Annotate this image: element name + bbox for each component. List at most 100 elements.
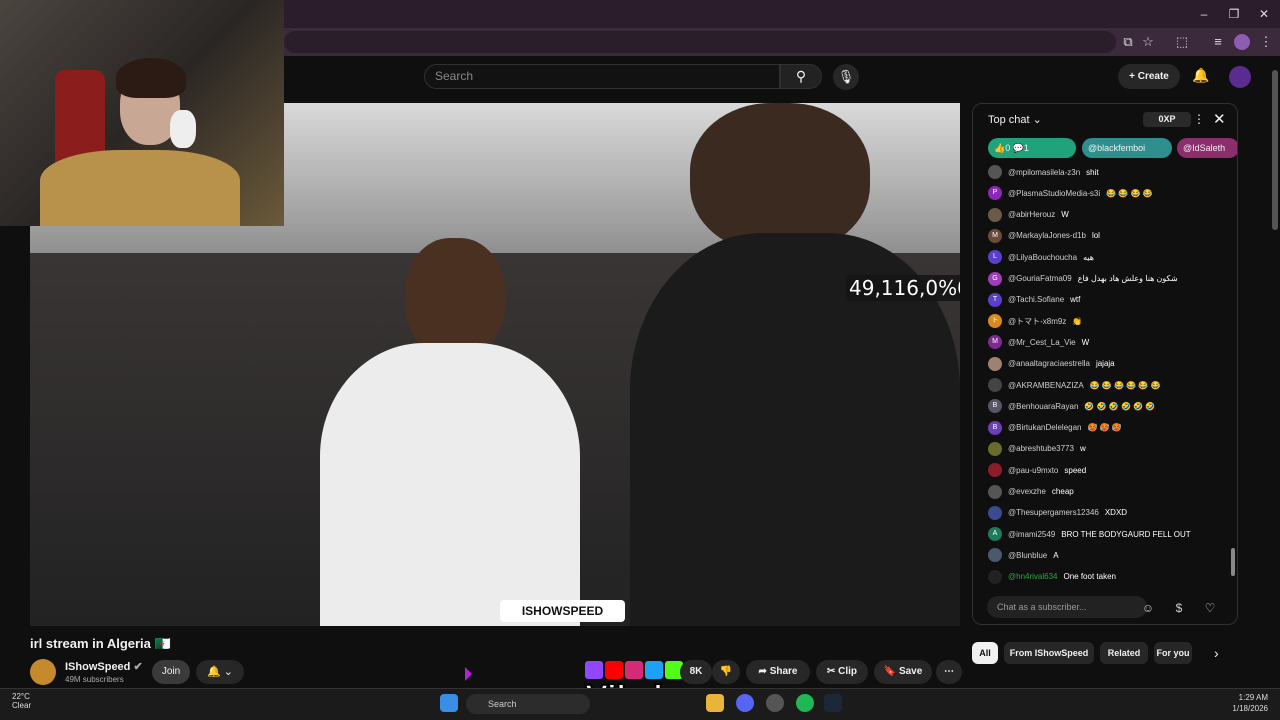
chat-message[interactable]: M @MarkaylaJones-d1b lol: [988, 226, 1100, 246]
chat-author[interactable]: @LilyaBouchoucha: [1008, 253, 1077, 262]
chat-message[interactable]: T @Tachi.Sofiane wtf: [988, 290, 1080, 310]
share-button[interactable]: ➦ Share: [746, 660, 810, 684]
super-chat-icon[interactable]: $: [1170, 599, 1188, 617]
chat-message[interactable]: @AKRAMBENAZIZA 😂 😂 😂 😂 😂 😂: [988, 375, 1161, 395]
extensions-icon[interactable]: ⬚: [1174, 34, 1190, 50]
channel-watermark: ISHOWSPEED: [500, 600, 625, 622]
profile-icon[interactable]: [1234, 34, 1250, 50]
chat-author[interactable]: @AKRAMBENAZIZA: [1008, 381, 1084, 390]
chat-message[interactable]: @Thesupergamers12346 XDXD: [988, 503, 1127, 523]
more-actions-button[interactable]: ⋯: [936, 660, 962, 684]
chat-message[interactable]: L @LilyaBouchoucha هيه: [988, 247, 1094, 267]
chat-input[interactable]: Chat as a subscriber...: [987, 596, 1147, 618]
media-icon[interactable]: ≡: [1210, 34, 1226, 50]
minimize-icon[interactable]: –: [1196, 6, 1212, 22]
chat-author[interactable]: @Blunblue: [1008, 551, 1047, 560]
chat-author[interactable]: @abreshtube3773: [1008, 444, 1074, 453]
dislike-button[interactable]: 👎: [712, 660, 740, 684]
channel-name[interactable]: IShowSpeed ✔: [65, 660, 143, 673]
chat-author[interactable]: @Thesupergamers12346: [1008, 508, 1099, 517]
restore-icon[interactable]: ❐: [1226, 6, 1242, 22]
chat-message[interactable]: M @Mr_Cest_La_Vie W: [988, 332, 1089, 352]
cursor-icon: [465, 667, 472, 681]
account-avatar[interactable]: [1229, 66, 1251, 88]
chrome-icon[interactable]: [766, 694, 784, 712]
chat-close-icon[interactable]: ✕: [1213, 110, 1226, 128]
notification-preferences-button[interactable]: 🔔 ⌄: [196, 660, 244, 684]
emoji-icon[interactable]: ☺: [1139, 599, 1157, 617]
address-bar[interactable]: [284, 31, 1116, 53]
chat-author[interactable]: @imami2549: [1008, 530, 1055, 539]
weather-widget[interactable]: 22°C Clear: [12, 692, 31, 710]
chat-message[interactable]: B @BenhouaraRayan 🤣 🤣 🤣 🤣 🤣 🤣: [988, 396, 1155, 416]
chat-text: jajaja: [1095, 359, 1115, 369]
pinned-chip[interactable]: @blackfemboi: [1082, 138, 1172, 158]
chat-more-icon[interactable]: ⋮: [1193, 112, 1205, 126]
pinned-chip[interactable]: @IdSaleth: [1177, 138, 1237, 158]
join-button[interactable]: Join: [152, 660, 190, 684]
chat-author[interactable]: @PlasmaStudioMedia-s3i: [1008, 189, 1100, 198]
more-icon: ⋯: [944, 666, 954, 677]
chat-message[interactable]: @abirHerouz W: [988, 205, 1069, 225]
chat-author[interactable]: @mpilomasilela-z3n: [1008, 168, 1080, 177]
chat-author[interactable]: @abirHerouz: [1008, 210, 1055, 219]
live-chat-panel: Top chat ⌄ 0XP ⋮ ✕ 👍0 💬1 @blackfemboi @IdS…: [972, 103, 1238, 625]
spotify-icon[interactable]: [796, 694, 814, 712]
chat-author[interactable]: @evexzhe: [1008, 487, 1046, 496]
close-window-icon[interactable]: ✕: [1256, 6, 1272, 22]
chip[interactable]: For you: [1154, 642, 1192, 664]
chat-message[interactable]: ト @トマト-x8m9z 👏: [988, 311, 1082, 331]
clip-button[interactable]: ✂ Clip: [816, 660, 868, 684]
chip[interactable]: Related: [1100, 642, 1148, 664]
chat-message[interactable]: @Blunblue A: [988, 545, 1059, 565]
chat-message[interactable]: @anaaltagraciaestrella jajaja: [988, 354, 1115, 374]
create-button[interactable]: + Create: [1118, 64, 1180, 89]
chat-author[interactable]: @hn4rival634: [1008, 572, 1057, 581]
page-scrollbar[interactable]: [1272, 70, 1278, 230]
chat-author[interactable]: @BirtukanDelelegan: [1008, 423, 1082, 432]
chat-author[interactable]: @anaaltagraciaestrella: [1008, 359, 1090, 368]
discord-icon[interactable]: [736, 694, 754, 712]
channel-avatar[interactable]: [30, 659, 56, 685]
heart-icon[interactable]: ♡: [1201, 599, 1219, 617]
chat-text: W: [1061, 210, 1069, 220]
chat-message[interactable]: A @imami2549 BRO THE BODYGAURD FELL OUT: [988, 524, 1191, 544]
chip[interactable]: From IShowSpeed: [1004, 642, 1094, 664]
chat-author[interactable]: @GouriaFatma09: [1008, 274, 1072, 283]
chat-message[interactable]: P @PlasmaStudioMedia-s3i 😂 😂 😂 😂: [988, 183, 1153, 203]
windows-start-icon[interactable]: [440, 694, 458, 712]
chip[interactable]: All: [972, 642, 998, 664]
search-input[interactable]: Search: [424, 64, 780, 89]
chat-author[interactable]: @BenhouaraRayan: [1008, 402, 1078, 411]
file-explorer-icon[interactable]: [706, 694, 724, 712]
taskbar-search[interactable]: Search: [466, 694, 590, 714]
install-icon[interactable]: ⧉: [1120, 34, 1136, 50]
chat-scrollbar[interactable]: [1231, 548, 1235, 576]
chat-message[interactable]: @abreshtube3773 w: [988, 439, 1086, 459]
steam-icon[interactable]: [824, 694, 842, 712]
bookmark-star-icon[interactable]: ☆: [1140, 34, 1156, 50]
chat-message[interactable]: B @BirtukanDelelegan 🥵 🥵 🥵: [988, 418, 1122, 438]
taskbar-clock[interactable]: 1:29 AM 1/18/2026: [1196, 692, 1268, 714]
video-person: [405, 238, 505, 358]
chat-author[interactable]: @Mr_Cest_La_Vie: [1008, 338, 1076, 347]
chat-message[interactable]: @hn4rival634 One foot taken: [988, 567, 1116, 587]
chat-message[interactable]: G @GouriaFatma09 شكون هنا وعلش هاد بهدل فا…: [988, 269, 1178, 289]
chat-author[interactable]: @MarkaylaJones-d1b: [1008, 231, 1086, 240]
mic-button[interactable]: 🎙: [833, 64, 859, 90]
pinned-chip[interactable]: 👍0 💬1: [988, 138, 1076, 158]
chat-mode-dropdown[interactable]: Top chat ⌄: [988, 113, 1042, 126]
chevron-right-icon[interactable]: ›: [1214, 645, 1219, 661]
notifications-bell-icon[interactable]: 🔔: [1192, 67, 1210, 85]
chat-author[interactable]: @Tachi.Sofiane: [1008, 295, 1064, 304]
browser-menu-icon[interactable]: ⋮: [1258, 34, 1274, 50]
chat-author[interactable]: @トマト-x8m9z: [1008, 316, 1066, 327]
search-button[interactable]: ⚲: [780, 64, 822, 89]
save-button[interactable]: 🔖 Save: [874, 660, 932, 684]
chevron-down-icon: ⌄: [223, 666, 233, 678]
chat-message[interactable]: @evexzhe cheap: [988, 482, 1074, 502]
xp-badge[interactable]: 0XP: [1143, 112, 1191, 127]
chat-message[interactable]: @pau-u9mxto speed: [988, 460, 1086, 480]
chat-message[interactable]: @mpilomasilela-z3n shit: [988, 162, 1099, 182]
chat-author[interactable]: @pau-u9mxto: [1008, 466, 1058, 475]
